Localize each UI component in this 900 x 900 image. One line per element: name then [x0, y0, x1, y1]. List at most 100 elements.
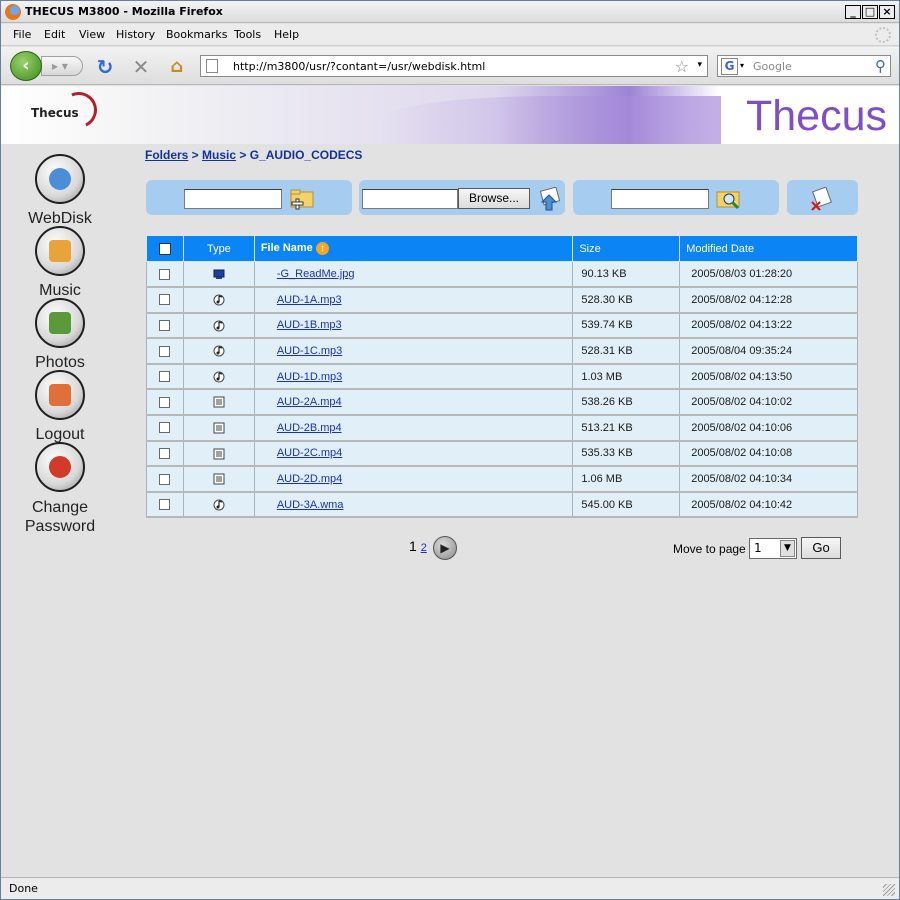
row-checkbox[interactable]: [159, 396, 171, 408]
delete-icon[interactable]: [809, 186, 835, 211]
search-folder-icon[interactable]: [716, 187, 742, 211]
upload-icon[interactable]: [538, 186, 564, 211]
forward-button[interactable]: ▸ ▾: [41, 56, 83, 76]
filename-cell: AUD-1D.mp3: [253, 363, 574, 391]
new-folder-input[interactable]: [184, 189, 282, 209]
menu-history[interactable]: History: [116, 28, 155, 41]
sort-ascending-icon[interactable]: ↑: [315, 242, 329, 255]
table-row[interactable]: AUD-1C.mp3 528.31 KB 2005/08/04 09:35:24: [146, 337, 858, 365]
date-cell: 2005/08/02 04:10:08: [679, 440, 858, 468]
go-button[interactable]: Go: [801, 537, 841, 559]
url-text: http://m3800/usr/?contant=/usr/webdisk.h…: [233, 60, 486, 73]
table-header-row: Type File Name ↑ Size Modified Date: [146, 235, 858, 262]
file-link[interactable]: AUD-1B.mp3: [277, 319, 342, 331]
search-box[interactable]: G ▾ Google ⚲: [717, 55, 891, 77]
address-bar[interactable]: http://m3800/usr/?contant=/usr/webdisk.h…: [200, 55, 708, 77]
table-row[interactable]: AUD-1D.mp3 1.03 MB 2005/08/02 04:13:50: [146, 363, 858, 391]
row-checkbox[interactable]: [159, 345, 171, 357]
file-link[interactable]: AUD-2D.mp4: [277, 473, 342, 485]
row-checkbox[interactable]: [159, 320, 171, 332]
browser-window: THECUS M3800 - Mozilla Firefox _ □ × Fil…: [0, 0, 900, 900]
page-select-value: 1: [754, 541, 762, 555]
engine-dropdown-icon[interactable]: ▾: [740, 61, 744, 70]
url-dropdown-icon[interactable]: ▾: [697, 60, 702, 70]
row-checkbox[interactable]: [159, 448, 171, 460]
search-icon[interactable]: ⚲: [875, 57, 886, 75]
browse-button[interactable]: Browse...: [458, 188, 530, 209]
next-page-icon[interactable]: ▶: [433, 536, 457, 560]
breadcrumb-folders-link[interactable]: Folders: [145, 148, 188, 162]
menu-bookmarks[interactable]: Bookmarks: [166, 28, 227, 41]
menu-bar: File Edit View History Bookmarks Tools H…: [1, 24, 899, 46]
sidebar-item-change-password[interactable]: Change Password: [1, 442, 119, 535]
google-engine-icon[interactable]: G: [721, 58, 738, 75]
minimize-button[interactable]: _: [845, 5, 861, 19]
size-cell: 90.13 KB: [572, 261, 681, 289]
menu-help[interactable]: Help: [274, 28, 299, 41]
page-select[interactable]: 1 ▼: [749, 538, 797, 559]
select-all-checkbox[interactable]: [158, 242, 171, 255]
row-select-cell: [146, 465, 184, 493]
menu-edit[interactable]: Edit: [44, 28, 65, 41]
row-checkbox[interactable]: [159, 422, 171, 434]
size-header[interactable]: Size: [572, 235, 681, 262]
row-checkbox[interactable]: [159, 499, 171, 511]
type-cell: [182, 261, 255, 289]
stop-icon[interactable]: ✕: [130, 56, 152, 78]
row-checkbox[interactable]: [159, 473, 171, 485]
file-link[interactable]: AUD-1D.mp3: [277, 371, 342, 383]
row-checkbox[interactable]: [159, 294, 171, 306]
table-row[interactable]: AUD-1B.mp3 539.74 KB 2005/08/02 04:13:22: [146, 312, 858, 340]
reload-icon[interactable]: ↻: [94, 56, 116, 78]
breadcrumb-music-link[interactable]: Music: [202, 148, 236, 162]
type-cell: [182, 286, 255, 314]
upload-file-input[interactable]: [362, 189, 458, 209]
file-link[interactable]: -G_ReadMe.jpg: [277, 268, 355, 280]
move-to-page-label: Move to page: [673, 542, 746, 556]
resize-grip-icon[interactable]: [883, 884, 895, 896]
row-checkbox[interactable]: [159, 371, 171, 383]
file-link[interactable]: AUD-1A.mp3: [277, 294, 342, 306]
filename-cell: -G_ReadMe.jpg: [253, 261, 574, 289]
table-row[interactable]: AUD-2A.mp4 538.26 KB 2005/08/02 04:10:02: [146, 388, 858, 417]
title-bar: THECUS M3800 - Mozilla Firefox _ □ ×: [1, 1, 899, 23]
table-row[interactable]: AUD-2D.mp4 1.06 MB 2005/08/02 04:10:34: [146, 465, 858, 493]
table-row[interactable]: AUD-3A.wma 545.00 KB 2005/08/02 04:10:42: [146, 491, 858, 519]
bookmark-star-icon[interactable]: ☆: [675, 57, 689, 76]
breadcrumb-current: G_AUDIO_CODECS: [249, 148, 363, 162]
file-search-input[interactable]: [611, 189, 709, 209]
type-header[interactable]: Type: [182, 235, 255, 262]
file-link[interactable]: AUD-2A.mp4: [277, 396, 342, 408]
change-password-icon: [35, 442, 85, 492]
chevron-down-icon[interactable]: ▼: [780, 540, 795, 557]
home-icon[interactable]: ⌂: [166, 56, 188, 78]
maximize-button[interactable]: □: [862, 5, 878, 19]
table-row[interactable]: AUD-1A.mp3 528.30 KB 2005/08/02 04:12:28: [146, 286, 858, 314]
table-row[interactable]: -G_ReadMe.jpg 90.13 KB 2005/08/03 01:28:20: [146, 261, 858, 289]
row-select-cell: [146, 363, 184, 391]
menu-view[interactable]: View: [79, 28, 105, 41]
filename-header[interactable]: File Name ↑: [253, 235, 574, 262]
audio-file-icon: [212, 294, 226, 306]
sidebar-item-webdisk[interactable]: WebDisk: [1, 154, 119, 227]
sidebar-item-music[interactable]: Music: [1, 226, 119, 299]
close-window-button[interactable]: ×: [879, 5, 895, 19]
date-header[interactable]: Modified Date: [679, 235, 858, 262]
menu-file[interactable]: File: [13, 28, 31, 41]
menu-tools[interactable]: Tools: [234, 28, 261, 41]
back-button[interactable]: ‹: [10, 51, 42, 81]
row-checkbox[interactable]: [159, 268, 171, 280]
page-2-link[interactable]: 2: [421, 542, 427, 554]
date-cell: 2005/08/02 04:10:06: [679, 414, 858, 442]
sidebar-item-photos[interactable]: Photos: [1, 298, 119, 371]
file-link[interactable]: AUD-1C.mp3: [277, 345, 342, 357]
table-row[interactable]: AUD-2C.mp4 535.33 KB 2005/08/02 04:10:08: [146, 440, 858, 468]
file-link[interactable]: AUD-2B.mp4: [277, 422, 342, 434]
date-cell: 2005/08/03 01:28:20: [679, 261, 858, 289]
file-link[interactable]: AUD-3A.wma: [277, 499, 344, 511]
new-folder-icon[interactable]: [290, 187, 316, 211]
filename-cell: AUD-3A.wma: [253, 491, 574, 519]
file-link[interactable]: AUD-2C.mp4: [277, 447, 342, 459]
table-row[interactable]: AUD-2B.mp4 513.21 KB 2005/08/02 04:10:06: [146, 414, 858, 442]
sidebar-item-logout[interactable]: Logout: [1, 370, 119, 443]
